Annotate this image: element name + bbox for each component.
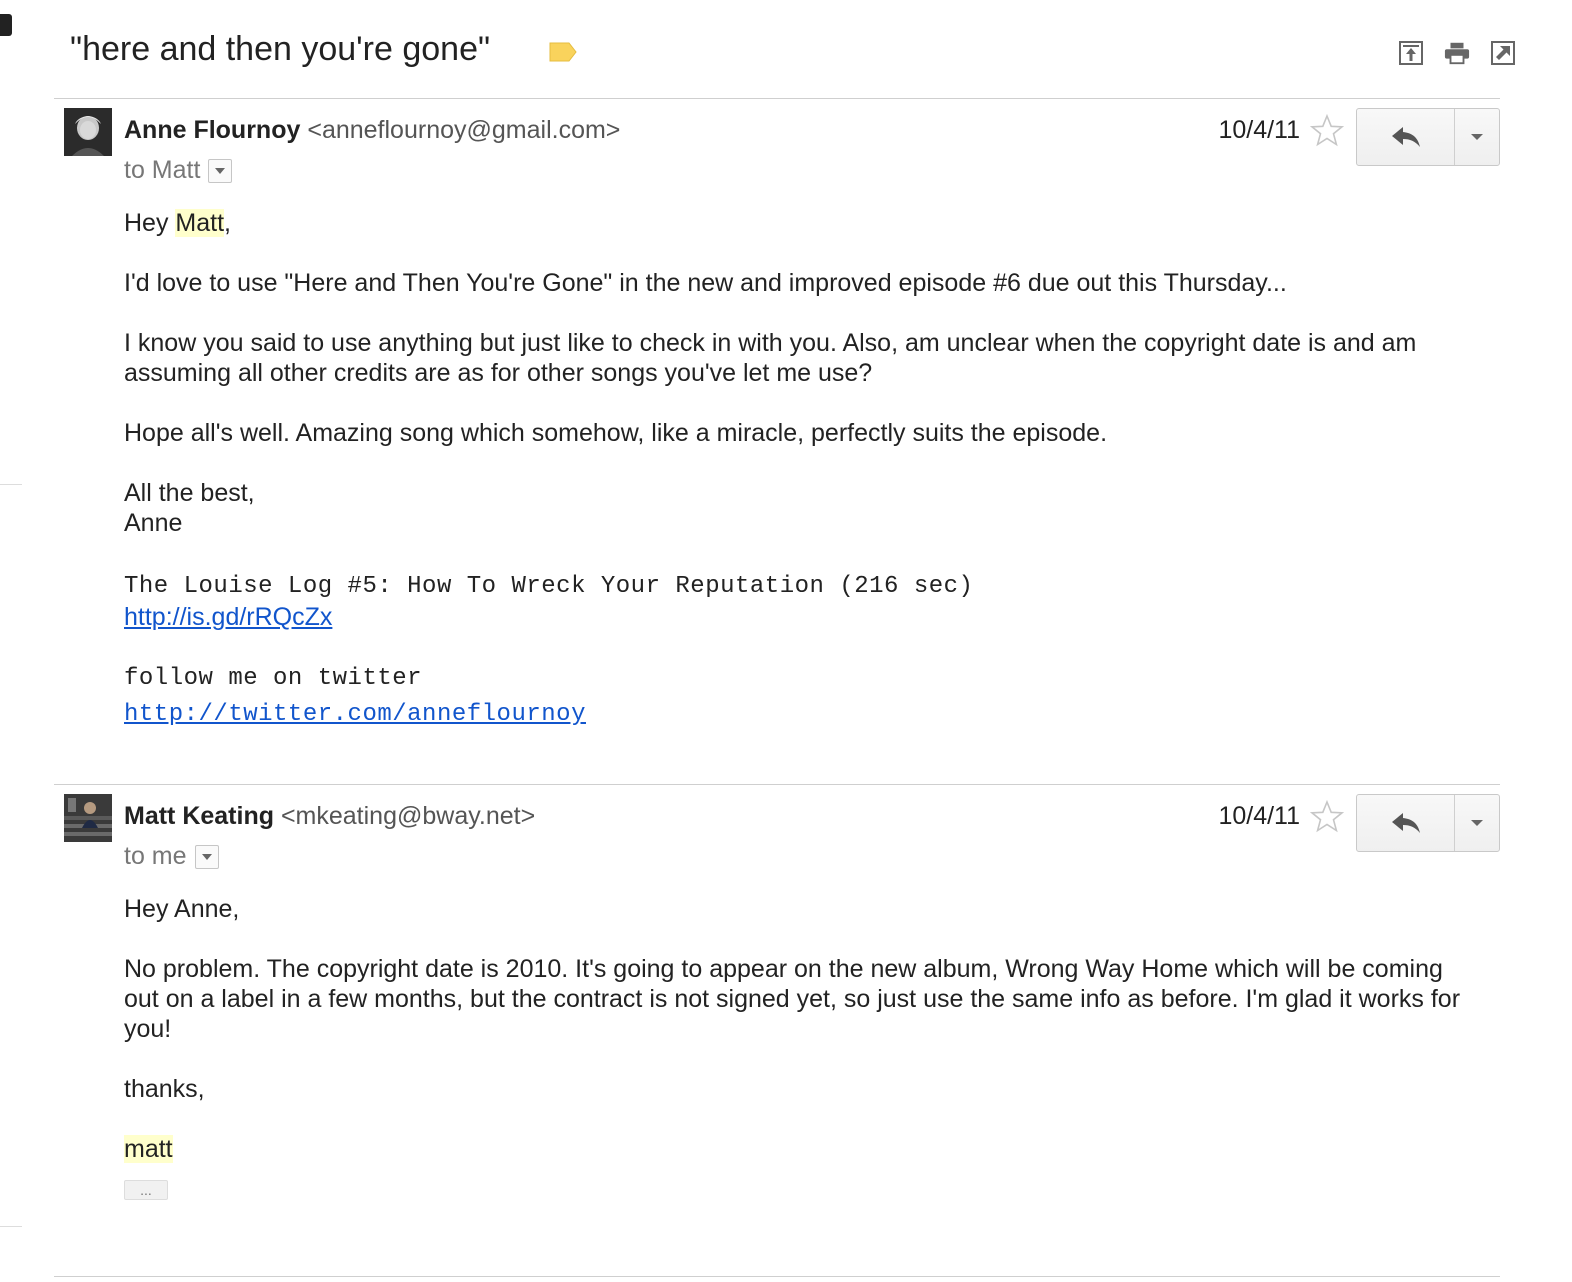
- print-icon[interactable]: [1444, 40, 1470, 66]
- reply-icon: [1391, 813, 1420, 833]
- message-matt: Matt Keating <mkeating@bway.net> to me 1…: [54, 794, 1500, 1234]
- recipients-label: to Matt: [124, 156, 201, 184]
- signature-name: Anne: [124, 509, 183, 537]
- reply-button[interactable]: [1357, 795, 1455, 851]
- recipients: to me: [124, 842, 219, 871]
- divider: [0, 1226, 22, 1227]
- greeting: Hey Anne,: [124, 895, 240, 923]
- recipients: to Matt: [124, 156, 233, 185]
- message-anne: Anne Flournoy <anneflournoy@gmail.com> t…: [54, 108, 1500, 748]
- show-trimmed-content-button[interactable]: ...: [124, 1180, 168, 1200]
- signature-title: The Louise Log #5: How To Wreck Your Rep…: [124, 573, 974, 600]
- avatar[interactable]: [64, 794, 112, 842]
- signoff: All the best,: [124, 479, 255, 507]
- greeting-punct: ,: [224, 209, 231, 237]
- chevron-down-icon: [1471, 820, 1483, 826]
- sender-email: <mkeating@bway.net>: [280, 802, 536, 830]
- reply-controls: [1356, 794, 1500, 852]
- signature-name: matt: [124, 1135, 173, 1163]
- signature-link[interactable]: http://is.gd/rRQcZx: [124, 603, 332, 631]
- divider: [54, 784, 1500, 785]
- signoff: thanks,: [124, 1075, 205, 1103]
- chevron-down-icon: [201, 853, 212, 860]
- recipients-label: to me: [124, 842, 187, 870]
- star-icon[interactable]: [1310, 800, 1344, 834]
- divider: [0, 484, 22, 485]
- show-details-button[interactable]: [208, 158, 233, 183]
- sender-name[interactable]: Matt Keating: [124, 802, 274, 830]
- message-date: 10/4/11: [1218, 802, 1300, 830]
- highlighted-name: Matt: [175, 209, 225, 237]
- body-paragraph: I know you said to use anything but just…: [124, 329, 1417, 387]
- more-options-button[interactable]: [1455, 109, 1499, 165]
- message-body: Hey Matt, I'd love to use "Here and Then…: [124, 208, 1484, 730]
- sender: Anne Flournoy <anneflournoy@gmail.com>: [124, 116, 620, 145]
- label-tag-icon[interactable]: [548, 41, 578, 63]
- star-icon[interactable]: [1310, 114, 1344, 148]
- message-date: 10/4/11: [1218, 116, 1300, 144]
- body-paragraph: No problem. The copyright date is 2010. …: [124, 955, 1461, 1043]
- thread-actions: [1398, 40, 1516, 66]
- expand-all-icon[interactable]: [1398, 40, 1424, 66]
- reply-icon: [1391, 127, 1420, 147]
- sender: Matt Keating <mkeating@bway.net>: [124, 802, 535, 831]
- sender-name[interactable]: Anne Flournoy: [124, 116, 300, 144]
- avatar[interactable]: [64, 108, 112, 156]
- sender-email: <anneflournoy@gmail.com>: [307, 116, 621, 144]
- thread-header: "here and then you're gone": [70, 28, 1515, 74]
- external-link-icon: [0, 14, 12, 36]
- twitter-link[interactable]: http://twitter.com/anneflournoy: [124, 701, 586, 728]
- chevron-down-icon: [1471, 134, 1483, 140]
- divider: [54, 1276, 1500, 1277]
- chevron-down-icon: [215, 167, 226, 174]
- new-window-icon[interactable]: [1490, 40, 1516, 66]
- show-details-button[interactable]: [194, 844, 219, 869]
- greeting: Hey Matt,: [124, 208, 1484, 238]
- body-paragraph: I'd love to use "Here and Then You're Go…: [124, 269, 1287, 297]
- more-options-button[interactable]: [1455, 795, 1499, 851]
- message-body: Hey Anne, No problem. The copyright date…: [124, 894, 1484, 1200]
- reply-controls: [1356, 108, 1500, 166]
- divider: [54, 98, 1500, 99]
- body-paragraph: Hope all's well. Amazing song which some…: [124, 419, 1108, 447]
- thread-subject: "here and then you're gone": [70, 30, 491, 68]
- greeting-text: Hey: [124, 209, 176, 237]
- reply-button[interactable]: [1357, 109, 1455, 165]
- signature-follow: follow me on twitter: [124, 665, 423, 692]
